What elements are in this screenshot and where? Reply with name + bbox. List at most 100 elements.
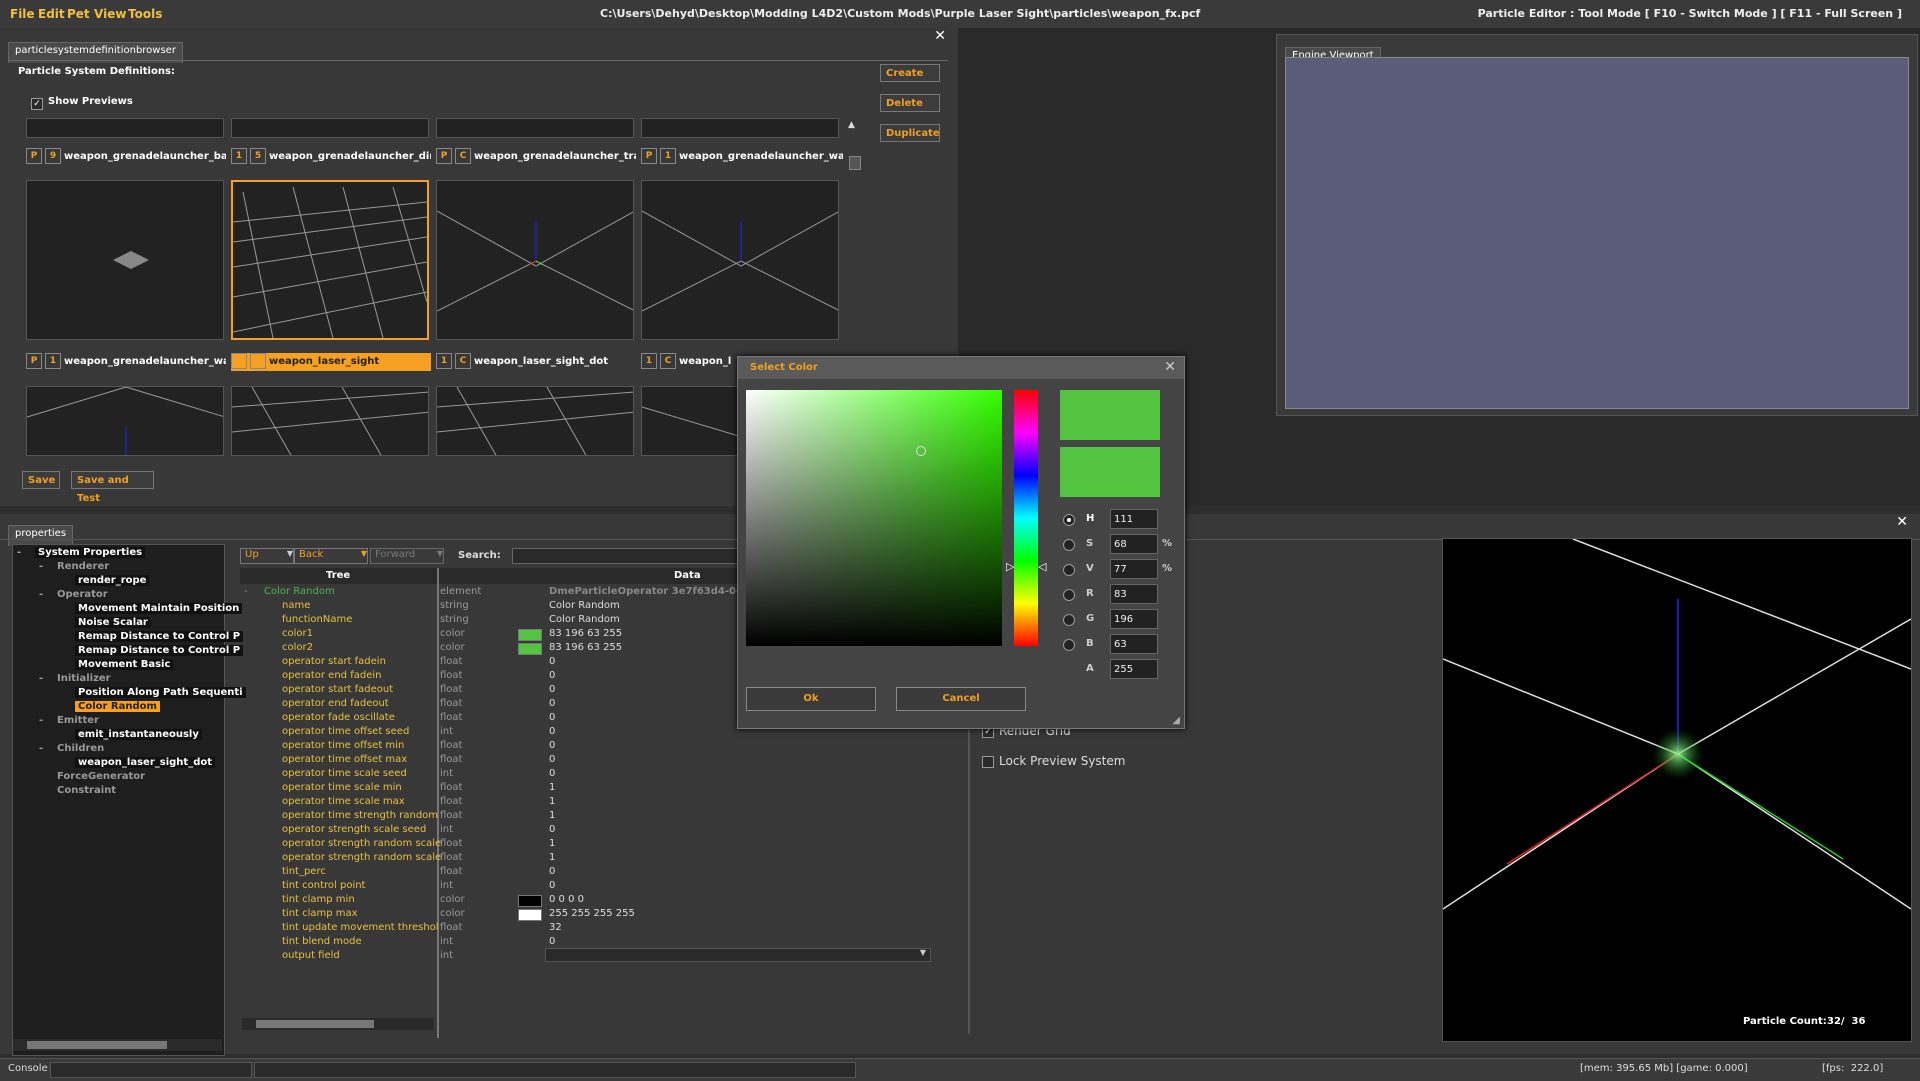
table-row[interactable]: operator strength random scale float 1: [240, 838, 930, 852]
show-previews-checkbox[interactable]: ✓: [31, 98, 43, 110]
property-value[interactable]: 255 255 255 255: [549, 908, 635, 919]
tree-item-selected[interactable]: Color Random: [75, 701, 160, 712]
property-value[interactable]: 0: [549, 936, 555, 947]
particle-item[interactable]: P 1 weapon_grenadelauncher_wate: [26, 353, 226, 371]
property-value[interactable]: 1: [549, 810, 555, 821]
particle-preview-viewport[interactable]: Particle Count: 32/ 36: [1442, 538, 1912, 1042]
back-dropdown[interactable]: Back ▼: [294, 548, 368, 564]
radio-v[interactable]: [1063, 564, 1075, 576]
tree-group-initializer[interactable]: Initializer: [57, 673, 111, 684]
particle-item-selected[interactable]: P 1 weapon_laser_sight: [231, 353, 431, 371]
property-value[interactable]: 0: [549, 670, 555, 681]
save-and-test-button[interactable]: Save and Test: [71, 471, 154, 504]
property-value[interactable]: 0: [549, 656, 555, 667]
property-value[interactable]: Color Random: [549, 600, 620, 611]
color-swatch[interactable]: [518, 909, 542, 921]
close-icon[interactable]: ✕: [1896, 514, 1908, 530]
tree-item[interactable]: Remap Distance to Control P: [75, 631, 244, 642]
tab-properties[interactable]: properties: [8, 525, 74, 546]
property-value[interactable]: 0: [549, 726, 555, 737]
color-swatch[interactable]: [518, 643, 542, 655]
property-value[interactable]: 0: [549, 754, 555, 765]
radio-s[interactable]: [1063, 539, 1075, 551]
particle-item[interactable]: P 1 weapon_grenadelauncher_wate: [641, 148, 843, 166]
table-row[interactable]: operator time scale seed int 0: [240, 768, 930, 782]
property-value[interactable]: 1: [549, 852, 555, 863]
thumbnail[interactable]: [436, 180, 634, 340]
horizontal-scrollbar[interactable]: [13, 1039, 222, 1051]
menu-view[interactable]: View: [94, 7, 126, 21]
create-button[interactable]: Create: [880, 64, 940, 82]
tree-group-constraint[interactable]: Constraint: [57, 785, 116, 796]
table-row[interactable]: tint update movement threshol float 32: [240, 922, 930, 936]
close-icon[interactable]: ✕: [934, 28, 946, 44]
radio-r[interactable]: [1063, 589, 1075, 601]
tree-item[interactable]: Remap Distance to Control P: [75, 645, 244, 656]
tree-group-emitter[interactable]: Emitter: [57, 715, 99, 726]
particle-item[interactable]: 1 Cweapon_laser_sight_dot: [436, 353, 636, 371]
collapse-icon[interactable]: -: [244, 586, 248, 597]
output-field-dropdown[interactable]: ▼: [545, 948, 931, 962]
delete-button[interactable]: Delete: [880, 94, 940, 112]
collapse-icon[interactable]: -: [39, 743, 43, 754]
save-button[interactable]: Save: [22, 471, 60, 489]
thumbnail-selected[interactable]: [231, 180, 429, 340]
tree-group-operator[interactable]: Operator: [57, 589, 108, 600]
property-value[interactable]: 0: [549, 684, 555, 695]
thumbnail[interactable]: [641, 180, 839, 340]
tree-item[interactable]: Noise Scalar: [75, 617, 151, 628]
property-value[interactable]: 0: [549, 880, 555, 891]
collapse-icon[interactable]: -: [39, 715, 43, 726]
search-input[interactable]: [512, 548, 739, 564]
table-row[interactable]: operator time scale min float 1: [240, 782, 930, 796]
resize-grip-icon[interactable]: ◢: [1172, 715, 1180, 726]
table-row[interactable]: tint control point int 0: [240, 880, 930, 894]
property-value[interactable]: 83 196 63 255: [549, 642, 622, 653]
thumbnail[interactable]: [231, 118, 429, 138]
saturation-value-picker[interactable]: [746, 390, 1002, 646]
collapse-icon[interactable]: -: [17, 547, 21, 558]
menu-file[interactable]: File: [10, 7, 35, 21]
tree-root[interactable]: System Properties: [35, 547, 146, 558]
property-value[interactable]: 0: [549, 712, 555, 723]
tree-item[interactable]: emit_instantaneously: [75, 729, 202, 740]
tree-group-children[interactable]: Children: [57, 743, 104, 754]
close-icon[interactable]: ✕: [1164, 359, 1176, 375]
property-value[interactable]: 32: [549, 922, 562, 933]
table-row[interactable]: tint clamp max color 255 255 255 255: [240, 908, 930, 922]
r-input[interactable]: 83: [1110, 584, 1158, 604]
thumbnail[interactable]: [641, 386, 741, 456]
scrollbar-thumb[interactable]: [849, 156, 861, 170]
scrollbar-thumb[interactable]: [256, 1020, 374, 1028]
thumbnail[interactable]: [26, 180, 224, 340]
tree-item[interactable]: Position Along Path Sequenti: [75, 687, 246, 698]
horizontal-scrollbar[interactable]: [242, 1018, 434, 1030]
collapse-icon[interactable]: -: [39, 561, 43, 572]
property-value[interactable]: 1: [549, 838, 555, 849]
property-value[interactable]: 0: [549, 740, 555, 751]
s-input[interactable]: 68: [1110, 534, 1158, 554]
property-value[interactable]: Color Random: [549, 614, 620, 625]
scroll-up-icon[interactable]: ▲: [848, 120, 855, 130]
b-input[interactable]: 63: [1110, 634, 1158, 654]
tree-group-renderer[interactable]: Renderer: [57, 561, 109, 572]
ok-button[interactable]: Ok: [746, 687, 876, 711]
tree-item[interactable]: Movement Maintain Position: [75, 603, 243, 614]
hue-pointer-right[interactable]: ◁: [1038, 560, 1046, 573]
menu-pet[interactable]: Pet: [67, 7, 90, 21]
menu-tools[interactable]: Tools: [128, 7, 162, 21]
property-value[interactable]: 0: [549, 824, 555, 835]
v-input[interactable]: 77: [1110, 559, 1158, 579]
property-value[interactable]: 0: [549, 768, 555, 779]
tree-group-forcegenerator[interactable]: ForceGenerator: [57, 771, 145, 782]
property-value[interactable]: 0: [549, 698, 555, 709]
particle-item[interactable]: P Cweapon_grenadelauncher_trail: [436, 148, 636, 166]
property-value[interactable]: 0: [549, 866, 555, 877]
picker-cursor[interactable]: [916, 446, 926, 456]
radio-g[interactable]: [1063, 614, 1075, 626]
radio-h[interactable]: [1063, 514, 1075, 526]
property-value[interactable]: 1: [549, 796, 555, 807]
engine-viewport-canvas[interactable]: [1285, 57, 1909, 409]
table-row[interactable]: tint_perc float 0: [240, 866, 930, 880]
g-input[interactable]: 196: [1110, 609, 1158, 629]
